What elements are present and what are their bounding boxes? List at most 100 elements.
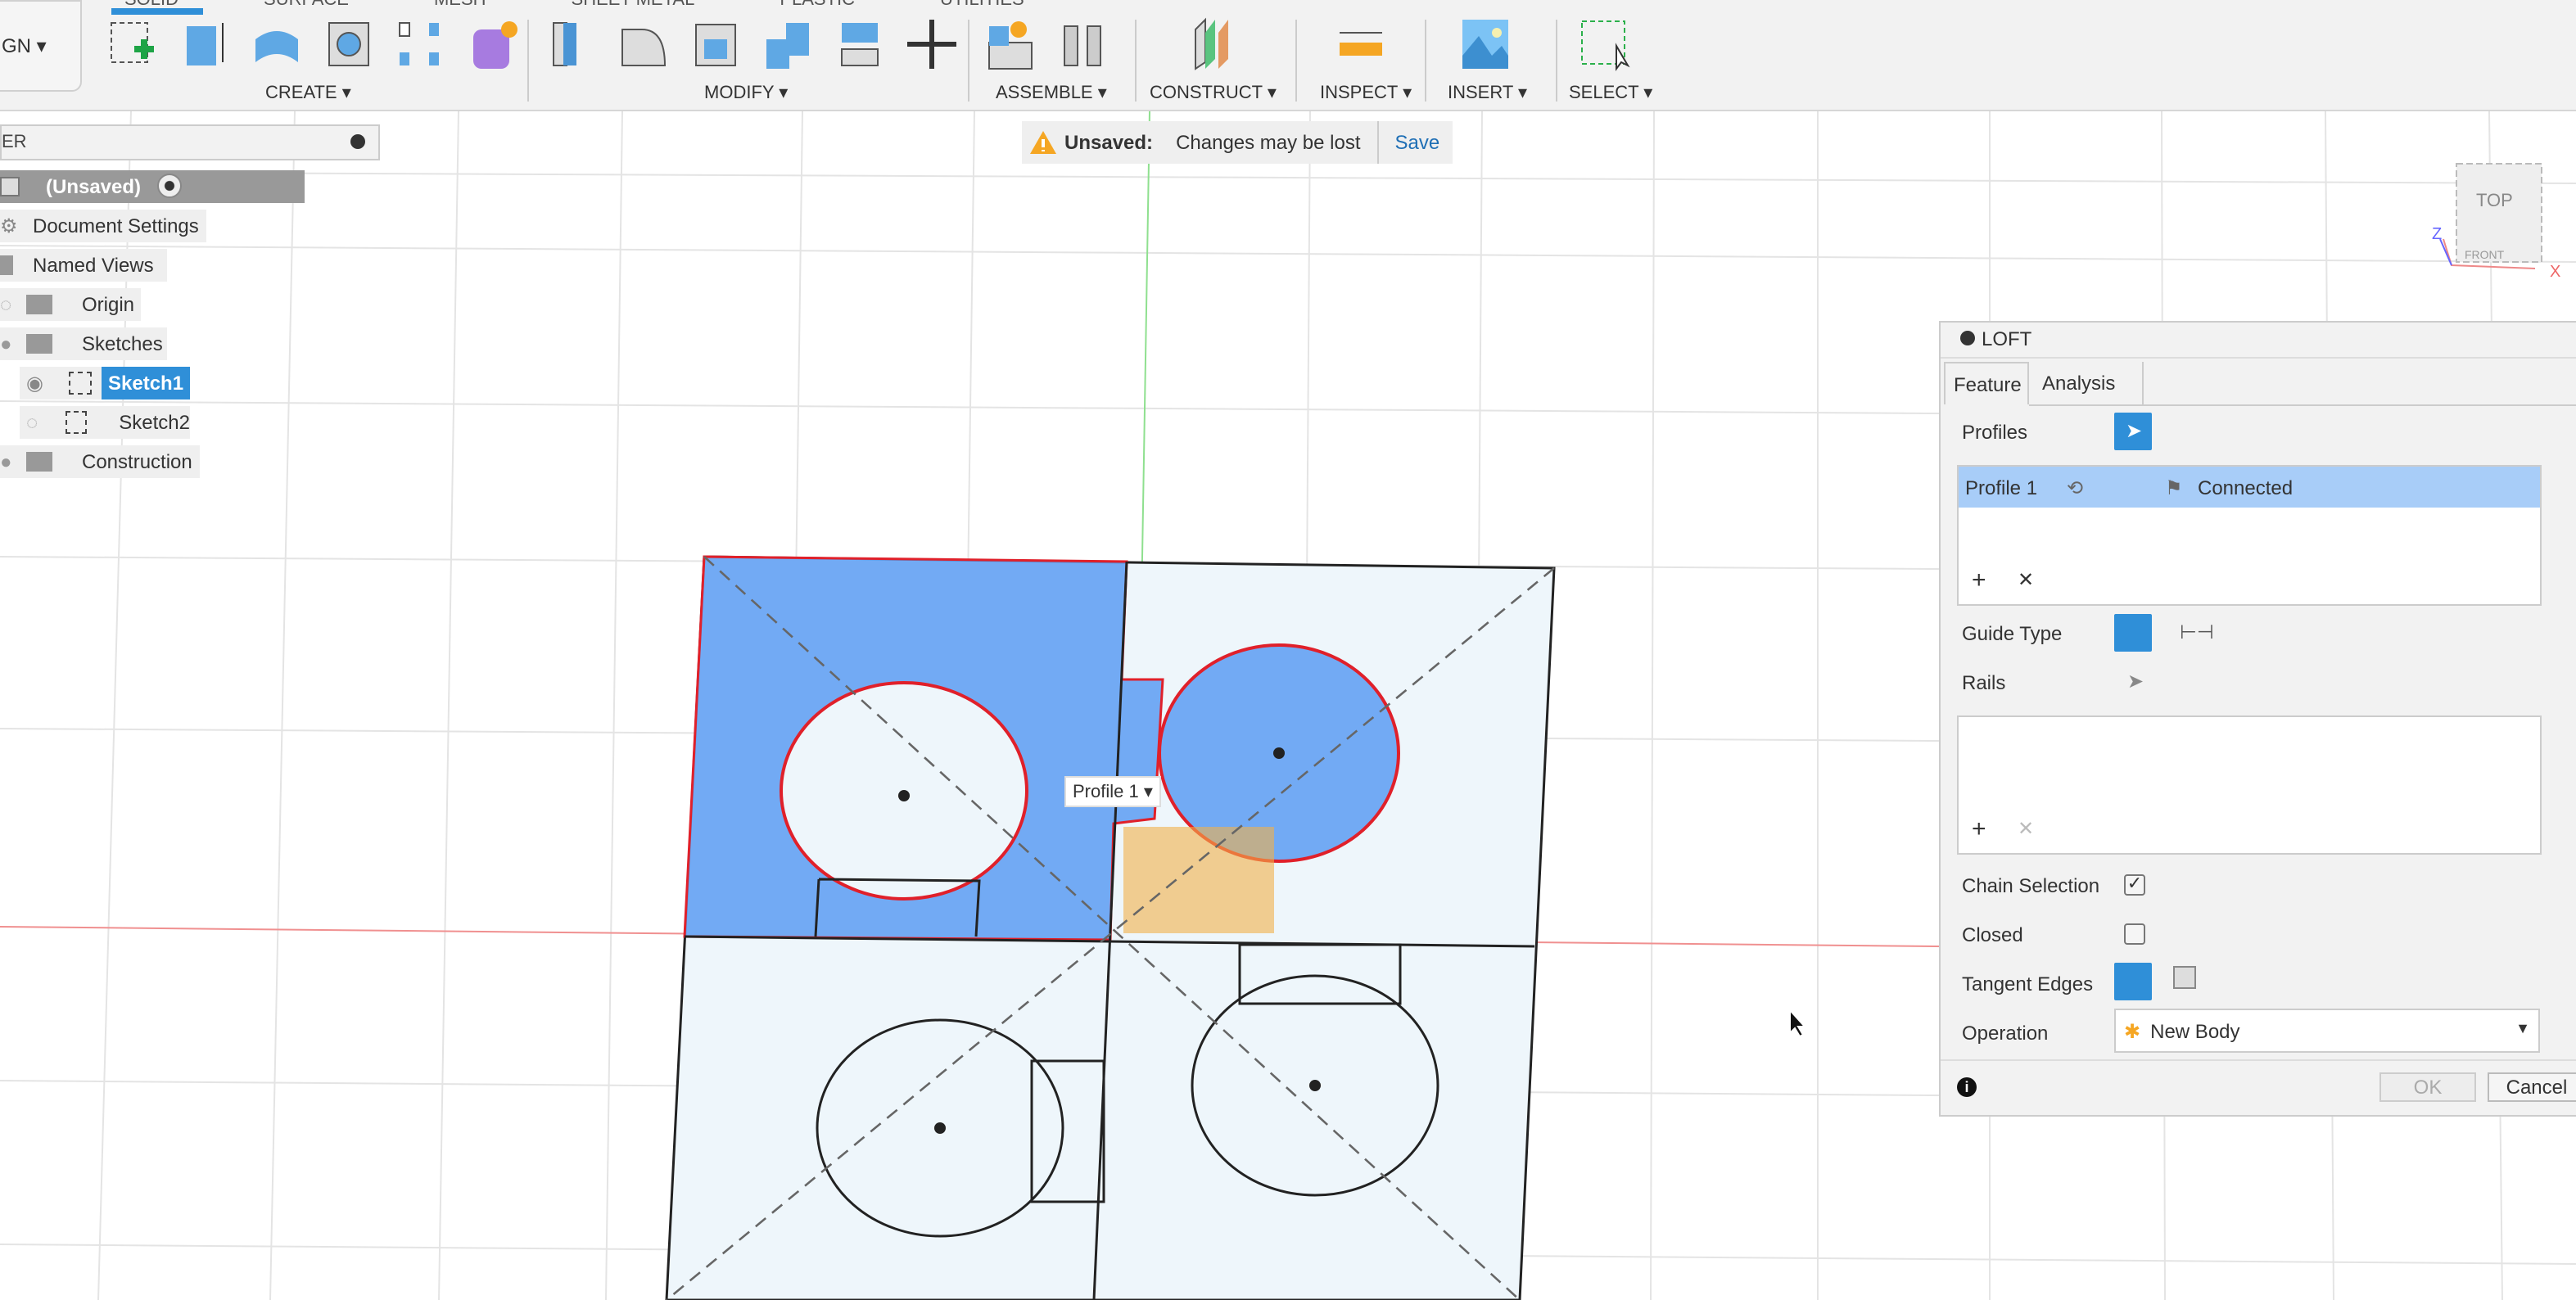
gear-icon: ⚙ xyxy=(0,214,18,237)
item-label: Origin xyxy=(82,293,135,316)
assemble-group: ASSEMBLE ▾ xyxy=(983,0,1130,111)
z-axis-label: Z xyxy=(2432,225,2442,243)
create-form-icon[interactable] xyxy=(465,16,521,72)
sketch-icon xyxy=(65,411,87,434)
browser-item-origin[interactable]: ◌ Origin xyxy=(0,288,141,321)
revolve-icon[interactable] xyxy=(249,16,305,72)
separator xyxy=(1135,20,1137,102)
ok-button[interactable]: OK xyxy=(2379,1072,2476,1102)
profile-label[interactable]: Profile 1 ▾ xyxy=(1064,776,1161,807)
tab-analysis[interactable]: Analysis xyxy=(2032,362,2144,404)
hole-icon[interactable] xyxy=(321,16,377,72)
tangent-edges-label: Tangent Edges xyxy=(1962,973,2094,995)
save-link[interactable]: Save xyxy=(1395,131,1440,154)
loft-header[interactable]: LOFT xyxy=(1941,323,2576,359)
fillet-icon[interactable] xyxy=(616,16,671,72)
sketch-icon xyxy=(69,372,92,395)
profiles-select-button[interactable]: ➤ xyxy=(2114,413,2152,450)
move-icon[interactable] xyxy=(904,16,960,72)
new-component-icon[interactable] xyxy=(983,16,1038,72)
chain-selection-checkbox[interactable]: ✓ xyxy=(2124,874,2145,896)
press-pull-icon[interactable] xyxy=(544,16,599,72)
insert-menu[interactable]: INSERT ▾ xyxy=(1448,82,1527,103)
operation-dropdown[interactable]: ✱ New Body ▼ xyxy=(2114,1009,2540,1053)
shell-icon[interactable] xyxy=(688,16,743,72)
browser-item-sketch1[interactable]: ◉ Sketch1 xyxy=(20,367,190,399)
cancel-button[interactable]: Cancel xyxy=(2488,1072,2576,1102)
browser-item-root[interactable]: (Unsaved) xyxy=(0,170,305,203)
loft-dialog: LOFT Feature Analysis Profiles ➤ Profile… xyxy=(1939,321,2576,1117)
eye-hidden-icon[interactable]: ◌ xyxy=(0,293,16,316)
dialog-title: LOFT xyxy=(1982,327,2032,350)
browser-item-sketches[interactable]: ● Sketches xyxy=(0,327,167,360)
info-icon[interactable]: i xyxy=(1957,1077,1977,1097)
create-menu[interactable]: CREATE ▾ xyxy=(265,82,351,103)
select-menu[interactable]: SELECT ▾ xyxy=(1569,82,1652,103)
inspect-menu[interactable]: INSPECT ▾ xyxy=(1320,82,1412,103)
viewcube-top[interactable]: TOP xyxy=(2476,190,2513,210)
rails-select-cursor-icon[interactable]: ➤ xyxy=(2127,670,2144,693)
unsaved-title: Unsaved: xyxy=(1064,131,1154,154)
extrude-icon[interactable] xyxy=(177,16,233,72)
construct-menu[interactable]: CONSTRUCT ▾ xyxy=(1150,82,1277,103)
separator xyxy=(1425,20,1426,102)
joint-icon[interactable] xyxy=(1055,16,1110,72)
collapse-icon[interactable] xyxy=(350,134,365,149)
insert-image-icon[interactable] xyxy=(1457,16,1513,72)
pattern-icon[interactable] xyxy=(393,16,449,72)
insert-group: INSERT ▾ xyxy=(1441,0,1556,111)
guide-type-rails-button[interactable] xyxy=(2114,614,2152,652)
folder-icon xyxy=(26,295,52,314)
profiles-label: Profiles xyxy=(1962,421,2028,444)
split-body-icon[interactable] xyxy=(832,16,888,72)
remove-profile-button[interactable]: ✕ xyxy=(2018,568,2034,591)
profile-name: Profile 1 xyxy=(1965,476,2038,499)
operation-label: Operation xyxy=(1962,1022,2049,1045)
guide-type-label: Guide Type xyxy=(1962,622,2063,645)
eye-icon[interactable]: ● xyxy=(0,450,16,473)
viewcube-front[interactable]: FRONT xyxy=(2465,248,2505,261)
eye-hidden-icon[interactable]: ◌ xyxy=(26,411,52,434)
window-select-icon[interactable] xyxy=(1577,16,1633,72)
tangent-edges-merge-button[interactable] xyxy=(2114,963,2152,1000)
tangent-edges-keep-icon[interactable] xyxy=(2173,966,2196,989)
add-profile-button[interactable]: + xyxy=(1972,566,1986,594)
modify-group: MODIFY ▾ xyxy=(544,0,961,111)
item-label: Document Settings xyxy=(33,214,199,237)
chain-selection-label: Chain Selection xyxy=(1962,874,2100,897)
flip-direction-icon[interactable]: ⟲ xyxy=(2067,476,2165,499)
eye-icon[interactable]: ● xyxy=(0,332,16,355)
chevron-down-icon: ▼ xyxy=(2515,1020,2530,1036)
activate-radio[interactable] xyxy=(157,174,182,198)
browser-item-sketch2[interactable]: ◌ Sketch2 xyxy=(20,406,190,439)
toolbar: GN ▾ SOLID SURFACE MESH SHEET METAL PLAS… xyxy=(0,0,2576,111)
view-cube[interactable]: TOP FRONT Z X xyxy=(2432,163,2560,281)
collapse-icon[interactable] xyxy=(1960,331,1975,345)
workspace-switcher[interactable]: GN ▾ xyxy=(0,0,82,92)
x-axis-label: X xyxy=(2550,263,2560,281)
browser-item-named-views[interactable]: Named Views xyxy=(0,249,167,282)
end-condition-icon[interactable]: ⚑ xyxy=(2165,476,2198,499)
profile-row[interactable]: Profile 1 ⟲ ⚑ Connected xyxy=(1959,467,2540,508)
assemble-menu[interactable]: ASSEMBLE ▾ xyxy=(996,82,1107,103)
modify-menu[interactable]: MODIFY ▾ xyxy=(704,82,788,103)
preview-body xyxy=(1123,827,1274,933)
folder-icon xyxy=(26,334,52,354)
eye-icon[interactable]: ◉ xyxy=(26,372,56,395)
measure-icon[interactable] xyxy=(1333,16,1389,72)
folder-icon xyxy=(26,452,52,472)
new-body-icon: ✱ xyxy=(2124,1020,2141,1043)
end-condition-value[interactable]: Connected xyxy=(2198,476,2293,499)
browser-item-construction[interactable]: ● Construction xyxy=(0,445,200,478)
offset-plane-icon[interactable] xyxy=(1182,16,1238,72)
guide-type-centerline-icon[interactable]: ⊢⊣ xyxy=(2180,621,2214,643)
add-rail-button[interactable]: + xyxy=(1972,815,1986,843)
item-label: Sketch2 xyxy=(119,411,190,434)
combine-icon[interactable] xyxy=(760,16,816,72)
tab-feature[interactable]: Feature xyxy=(1944,362,2029,404)
remove-rail-button[interactable]: ✕ xyxy=(2018,817,2034,840)
closed-checkbox[interactable] xyxy=(2124,923,2145,945)
browser-item-document-settings[interactable]: ⚙ Document Settings xyxy=(0,210,206,242)
component-icon xyxy=(0,177,20,196)
create-sketch-icon[interactable] xyxy=(105,16,160,72)
